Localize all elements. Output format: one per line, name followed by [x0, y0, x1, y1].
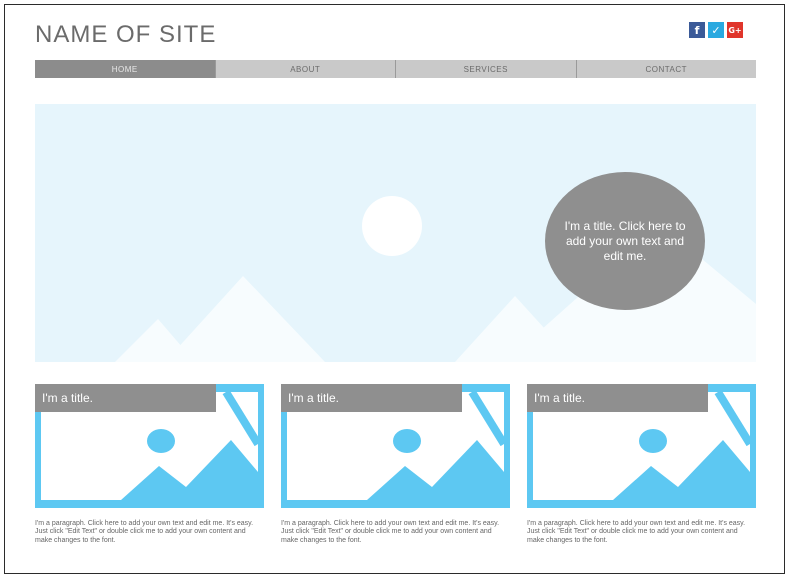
nav-item-home[interactable]: HOME — [35, 60, 215, 78]
card-title[interactable]: I'm a title. — [35, 384, 216, 412]
card-image[interactable]: I'm a title. — [35, 384, 264, 508]
page-frame: NAME OF SITE f ✓ G+ HOME ABOUT SERVICES … — [4, 4, 785, 574]
card-title[interactable]: I'm a title. — [527, 384, 708, 412]
social-icons: f ✓ G+ — [689, 22, 743, 38]
card-image[interactable]: I'm a title. — [527, 384, 756, 508]
twitter-icon[interactable]: ✓ — [708, 22, 724, 38]
card-title[interactable]: I'm a title. — [281, 384, 462, 412]
site-title[interactable]: NAME OF SITE — [35, 21, 216, 49]
feature-card: I'm a title. I'm a paragraph. Click here… — [35, 384, 264, 545]
facebook-icon[interactable]: f — [689, 22, 705, 38]
feature-card: I'm a title. I'm a paragraph. Click here… — [527, 384, 756, 545]
nav-item-services[interactable]: SERVICES — [395, 60, 576, 78]
card-paragraph[interactable]: I'm a paragraph. Click here to add your … — [35, 520, 260, 545]
mountain-shape — [165, 276, 325, 362]
hero-title-bubble[interactable]: I'm a title. Click here to add your own … — [545, 172, 705, 310]
main-nav: HOME ABOUT SERVICES CONTACT — [35, 60, 756, 78]
feature-card: I'm a title. I'm a paragraph. Click here… — [281, 384, 510, 545]
google-plus-icon[interactable]: G+ — [727, 22, 743, 38]
sun-shape — [362, 196, 422, 256]
hero-banner: I'm a title. Click here to add your own … — [35, 104, 756, 362]
card-image[interactable]: I'm a title. — [281, 384, 510, 508]
nav-item-about[interactable]: ABOUT — [214, 60, 396, 78]
nav-item-contact[interactable]: CONTACT — [575, 60, 757, 78]
card-paragraph[interactable]: I'm a paragraph. Click here to add your … — [281, 520, 506, 545]
card-paragraph[interactable]: I'm a paragraph. Click here to add your … — [527, 520, 752, 545]
